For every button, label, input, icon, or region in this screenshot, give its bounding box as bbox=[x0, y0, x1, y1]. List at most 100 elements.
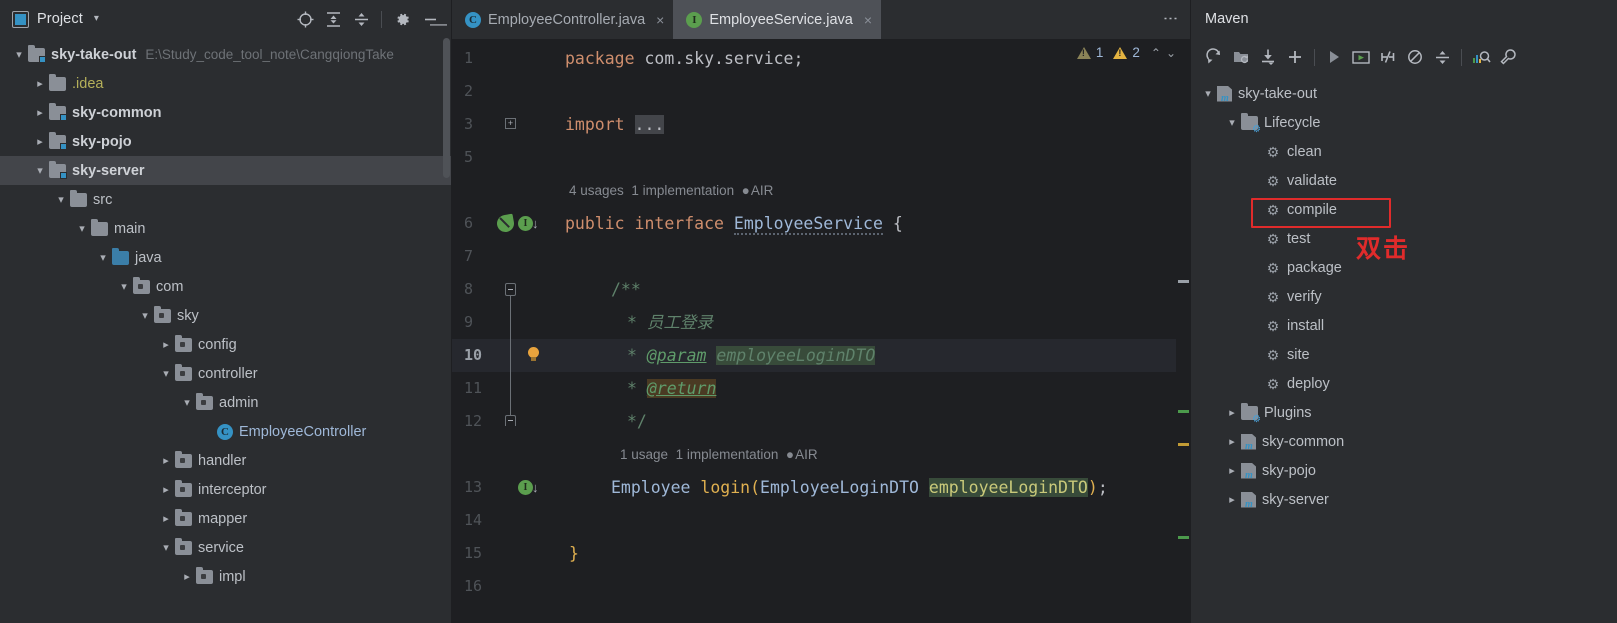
execute-goal-icon[interactable] bbox=[1348, 44, 1374, 70]
project-tree-item--idea[interactable]: ▸ .idea bbox=[0, 69, 451, 98]
project-tree-item-java[interactable]: ▾ java bbox=[0, 243, 451, 272]
author-hint[interactable]: ● AIR bbox=[786, 447, 818, 462]
code-line[interactable]: */ bbox=[557, 405, 1190, 438]
maven-tree-item-verify[interactable]: ▸⚙verify bbox=[1191, 282, 1617, 311]
collapse-arrow-icon[interactable]: ▾ bbox=[31, 156, 49, 185]
expand-arrow-icon[interactable]: ▸ bbox=[157, 446, 175, 475]
maven-tree-item-compile[interactable]: ▸⚙compile bbox=[1191, 195, 1617, 224]
close-icon[interactable]: × bbox=[864, 12, 872, 28]
project-tree[interactable]: ▾ sky-take-out E:\Study_code_tool_note\Can… bbox=[0, 38, 451, 623]
maven-tree-item-lifecycle[interactable]: ▾ Lifecycle bbox=[1191, 108, 1617, 137]
collapse-arrow-icon[interactable]: ▾ bbox=[115, 272, 133, 301]
project-tree-item-sky-common[interactable]: ▸ sky-common bbox=[0, 98, 451, 127]
maven-toolbar[interactable] bbox=[1191, 38, 1617, 76]
chevron-down-icon[interactable]: ▾ bbox=[94, 14, 99, 24]
code-line[interactable]: import ... bbox=[557, 108, 1190, 141]
expand-imports-icon[interactable]: + bbox=[505, 118, 516, 129]
code-line[interactable]: } bbox=[557, 537, 1190, 570]
fold-region-end-icon[interactable] bbox=[505, 415, 516, 426]
javadoc-param-name[interactable]: employeeLoginDTO bbox=[716, 346, 876, 365]
project-tree-item-mapper[interactable]: ▸ mapper bbox=[0, 504, 451, 533]
project-tree-item-employeecontroller[interactable]: ▸CEmployeeController bbox=[0, 417, 451, 446]
maven-tree-item-deploy[interactable]: ▸⚙deploy bbox=[1191, 369, 1617, 398]
implemented-by-icon[interactable]: I ↓ bbox=[518, 216, 539, 231]
folded-imports[interactable]: ... bbox=[634, 115, 665, 134]
project-tree-item-handler[interactable]: ▸ handler bbox=[0, 446, 451, 475]
reload-all-projects-icon[interactable] bbox=[1201, 44, 1227, 70]
collapse-all-icon[interactable] bbox=[348, 6, 374, 32]
maven-tree-item-plugins[interactable]: ▸ Plugins bbox=[1191, 398, 1617, 427]
maven-tree-item-install[interactable]: ▸⚙install bbox=[1191, 311, 1617, 340]
collapse-arrow-icon[interactable]: ▾ bbox=[157, 359, 175, 388]
more-options-icon[interactable]: ⋮ bbox=[1162, 11, 1179, 26]
maven-tree-item-clean[interactable]: ▸⚙clean bbox=[1191, 137, 1617, 166]
method-inlay-hints[interactable]: 1 usage 1 implementation ● AIR bbox=[620, 441, 818, 469]
expand-arrow-icon[interactable]: ▸ bbox=[1223, 427, 1241, 456]
run-icon[interactable] bbox=[1321, 44, 1347, 70]
parameter-type[interactable]: EmployeeLoginDTO bbox=[760, 478, 919, 497]
project-tree-item-service[interactable]: ▾ service bbox=[0, 533, 451, 562]
expand-arrow-icon[interactable]: ▸ bbox=[31, 69, 49, 98]
expand-arrow-icon[interactable]: ▸ bbox=[31, 127, 49, 156]
maven-tree-item-test[interactable]: ▸⚙test bbox=[1191, 224, 1617, 253]
collapse-all-icon[interactable] bbox=[1429, 44, 1455, 70]
chevron-down-icon[interactable]: ⌄ bbox=[1166, 46, 1176, 60]
chevron-up-icon[interactable]: ⌃ bbox=[1151, 46, 1161, 60]
expand-arrow-icon[interactable]: ▸ bbox=[157, 504, 175, 533]
collapse-arrow-icon[interactable]: ▾ bbox=[136, 301, 154, 330]
expand-arrow-icon[interactable]: ▸ bbox=[1223, 485, 1241, 514]
editor-tab-employeeservice-java[interactable]: I EmployeeService.java × bbox=[673, 0, 882, 39]
usages-hint[interactable]: 4 usages bbox=[569, 183, 624, 198]
project-tree-item-sky-take-out[interactable]: ▾ sky-take-out E:\Study_code_tool_note\Can… bbox=[0, 40, 451, 69]
interface-inlay-hints[interactable]: 4 usages 1 implementation ● AIR bbox=[569, 177, 773, 205]
usages-hint[interactable]: 1 usage bbox=[620, 447, 668, 462]
implemented-by-icon[interactable]: I ↓ bbox=[518, 480, 539, 495]
select-opened-file-icon[interactable] bbox=[292, 6, 318, 32]
code-line[interactable]: * @return bbox=[557, 372, 1190, 405]
project-tree-item-interceptor[interactable]: ▸ interceptor bbox=[0, 475, 451, 504]
project-tree-item-impl[interactable]: ▸ impl bbox=[0, 562, 451, 591]
implementations-hint[interactable]: 1 implementation bbox=[676, 447, 779, 462]
interface-name[interactable]: EmployeeService bbox=[733, 214, 883, 235]
dependency-analyzer-icon[interactable] bbox=[1468, 44, 1494, 70]
project-tree-item-main[interactable]: ▾ main bbox=[0, 214, 451, 243]
code-line[interactable]: * 员工登录 bbox=[557, 306, 1190, 339]
collapse-arrow-icon[interactable]: ▾ bbox=[94, 243, 112, 272]
author-hint[interactable]: ● AIR bbox=[742, 183, 774, 198]
project-tree-item-config[interactable]: ▸ config bbox=[0, 330, 451, 359]
collapse-arrow-icon[interactable]: ▾ bbox=[52, 185, 70, 214]
editor-marker-stripe[interactable] bbox=[1176, 78, 1190, 623]
download-sources-icon[interactable] bbox=[1255, 44, 1281, 70]
code-line[interactable]: /** bbox=[557, 273, 1190, 306]
maven-tree-item-sky-take-out[interactable]: ▾ m sky-take-out bbox=[1191, 79, 1617, 108]
expand-arrow-icon[interactable]: ▸ bbox=[178, 562, 196, 591]
project-tree-item-com[interactable]: ▾ com bbox=[0, 272, 451, 301]
project-tree-item-sky[interactable]: ▾ sky bbox=[0, 301, 451, 330]
project-tree-item-admin[interactable]: ▾ admin bbox=[0, 388, 451, 417]
inspection-widget[interactable]: 1 2 ⌃ ⌄ bbox=[1076, 45, 1176, 60]
maven-tree-item-site[interactable]: ▸⚙site bbox=[1191, 340, 1617, 369]
return-type[interactable]: Employee bbox=[611, 478, 690, 497]
expand-arrow-icon[interactable]: ▸ bbox=[1223, 398, 1241, 427]
collapse-arrow-icon[interactable]: ▾ bbox=[1223, 108, 1241, 137]
code-line[interactable]: Employee login(EmployeeLoginDTO employee… bbox=[557, 471, 1190, 504]
generate-sources-icon[interactable] bbox=[1228, 44, 1254, 70]
project-tree-item-sky-pojo[interactable]: ▸ sky-pojo bbox=[0, 127, 451, 156]
code-line[interactable]: public interface EmployeeService { bbox=[557, 207, 1190, 240]
maven-tree-item-validate[interactable]: ▸⚙validate bbox=[1191, 166, 1617, 195]
code-content[interactable]: package com.sky.service; import ... 4 usag… bbox=[557, 39, 1190, 623]
parameter-name[interactable]: employeeLoginDTO bbox=[928, 478, 1088, 497]
add-maven-project-icon[interactable] bbox=[1282, 44, 1308, 70]
project-tree-item-sky-server[interactable]: ▾ sky-server bbox=[0, 156, 451, 185]
skip-tests-icon[interactable] bbox=[1375, 44, 1401, 70]
code-line[interactable]: * @param employeeLoginDTO bbox=[557, 339, 1190, 372]
maven-tree-item-sky-server[interactable]: ▸ m sky-server bbox=[1191, 485, 1617, 514]
maven-tree-item-sky-common[interactable]: ▸ m sky-common bbox=[1191, 427, 1617, 456]
settings-gear-icon[interactable] bbox=[389, 6, 415, 32]
expand-arrow-icon[interactable]: ▸ bbox=[157, 330, 175, 359]
collapse-arrow-icon[interactable]: ▾ bbox=[73, 214, 91, 243]
project-tree-item-src[interactable]: ▾ src bbox=[0, 185, 451, 214]
maven-tree[interactable]: ▾msky-take-out▾Lifecycle▸⚙clean▸⚙validat… bbox=[1191, 76, 1617, 623]
collapse-javadoc-icon[interactable] bbox=[505, 283, 516, 296]
editor-tab-employeecontroller-java[interactable]: C EmployeeController.java × bbox=[452, 0, 673, 39]
